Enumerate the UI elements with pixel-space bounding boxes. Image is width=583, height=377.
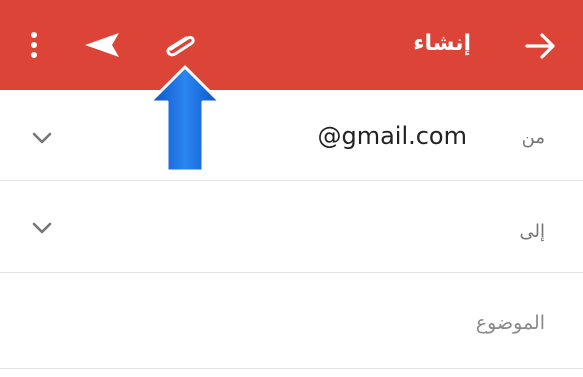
- page-title: إنشاء: [413, 31, 471, 56]
- from-address[interactable]: @gmail.com: [317, 120, 467, 152]
- subject-row[interactable]: الموضوع: [0, 273, 583, 369]
- app-toolbar: إنشاء: [0, 0, 583, 90]
- attach-icon[interactable]: [158, 28, 200, 60]
- pointer-arrow-icon: [148, 65, 222, 173]
- chevron-down-icon[interactable]: [31, 131, 53, 145]
- send-icon[interactable]: [82, 30, 122, 60]
- subject-field[interactable]: الموضوع: [476, 311, 545, 335]
- chevron-down-icon[interactable]: [31, 221, 53, 235]
- from-label: من: [521, 127, 545, 148]
- to-row[interactable]: إلى: [0, 181, 583, 273]
- back-arrow-icon[interactable]: [522, 28, 558, 64]
- from-row[interactable]: @gmail.com من: [0, 90, 583, 181]
- more-vert-icon[interactable]: [22, 30, 46, 60]
- to-field[interactable]: إلى: [520, 220, 546, 244]
